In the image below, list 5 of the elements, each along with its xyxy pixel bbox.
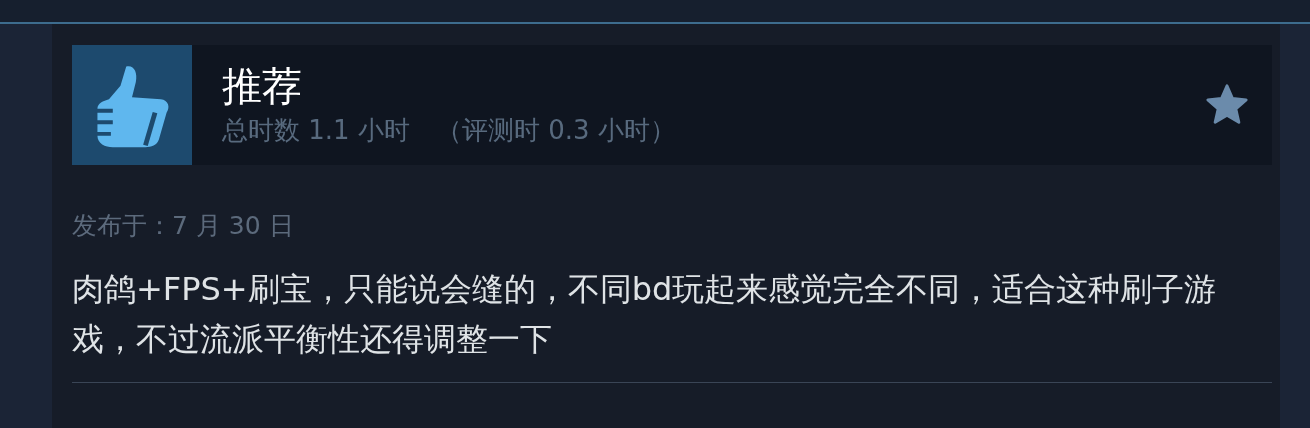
review-text: 肉鸽+FPS+刷宝，只能说会缝的，不同bd玩起来感觉完全不同，适合这种刷子游戏，不过流派平衡性还得调整一下 xyxy=(72,269,1218,360)
post-date: 发布于：7 月 30 日 xyxy=(72,210,295,242)
total-hours: 总时数 1.1 小时 xyxy=(222,113,410,147)
review-hours: （评测时 0.3 小时） xyxy=(435,113,676,147)
review-verdict: 推荐 xyxy=(222,62,303,109)
